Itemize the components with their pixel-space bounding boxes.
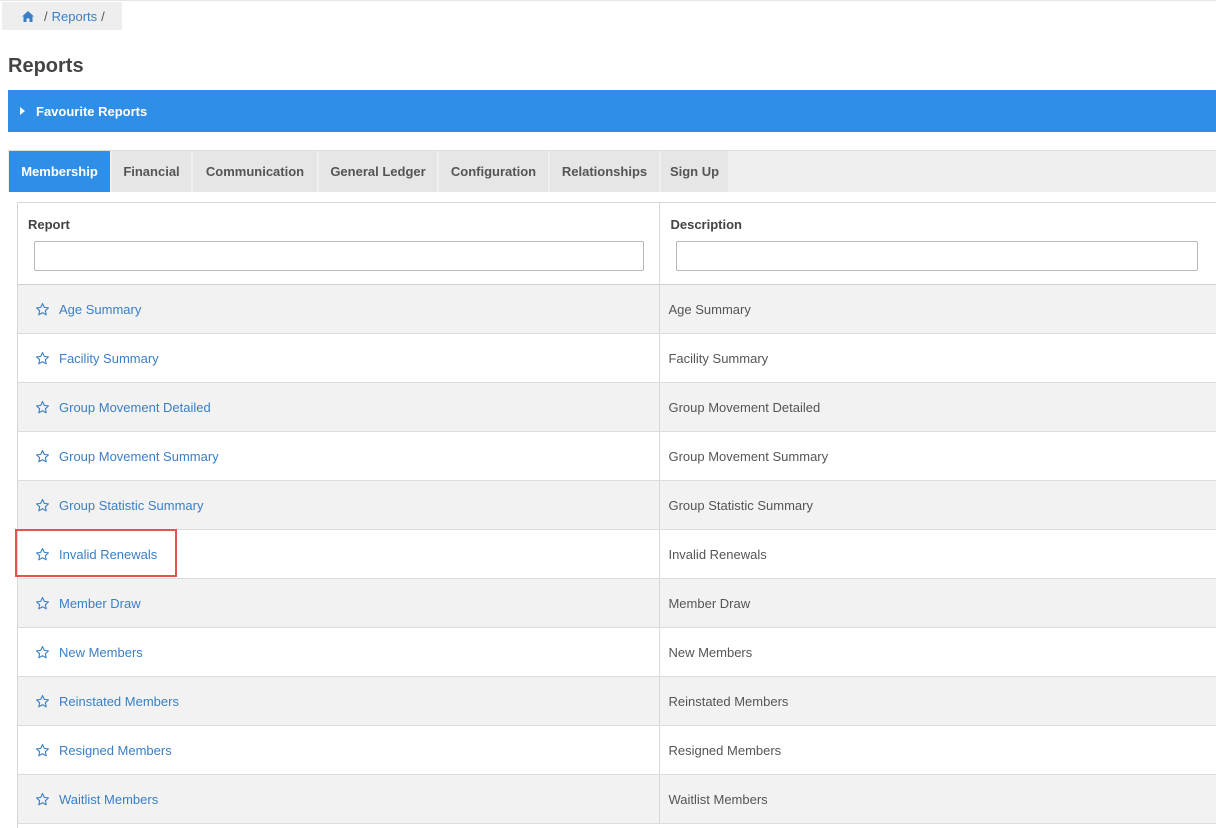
column-header-report: Report xyxy=(18,203,661,284)
table-row: Invalid Renewals Invalid Renewals xyxy=(18,530,1216,579)
description-cell: New Members xyxy=(668,644,753,660)
report-link[interactable]: New Members xyxy=(59,645,143,660)
star-outline-icon[interactable] xyxy=(35,547,50,562)
tab-sign-up[interactable]: Sign Up xyxy=(661,151,728,192)
report-link[interactable]: Reinstated Members xyxy=(59,694,179,709)
tab-membership[interactable]: Membership xyxy=(9,151,110,192)
breadcrumb-separator: / xyxy=(44,8,48,24)
description-cell: Group Movement Summary xyxy=(668,448,829,464)
table-row: Group Movement Detailed Group Movement De… xyxy=(18,383,1216,432)
table-row: Facility Summary Facility Summary xyxy=(18,334,1216,383)
home-icon[interactable] xyxy=(22,10,34,22)
report-cell: Facility Summary xyxy=(18,334,661,382)
report-link[interactable]: Group Movement Detailed xyxy=(59,400,211,415)
description-cell: Reinstated Members xyxy=(668,693,789,709)
report-link[interactable]: Invalid Renewals xyxy=(59,547,157,562)
report-link[interactable]: Facility Summary xyxy=(59,351,159,366)
column-label-report: Report xyxy=(28,217,70,232)
report-cell: Group Statistic Summary xyxy=(18,481,661,529)
report-link[interactable]: Resigned Members xyxy=(59,743,172,758)
breadcrumb-reports-link[interactable]: Reports xyxy=(52,9,98,24)
description-filter-input[interactable] xyxy=(676,241,1199,271)
column-label-description: Description xyxy=(670,217,742,232)
table-row: New Members New Members xyxy=(18,628,1216,677)
tab-communication[interactable]: Communication xyxy=(193,151,317,192)
report-cell: Group Movement Detailed xyxy=(18,383,661,431)
table-row: Waitlist Members Waitlist Members xyxy=(18,775,1216,824)
report-link[interactable]: Group Statistic Summary xyxy=(59,498,204,513)
tab-relationships[interactable]: Relationships xyxy=(550,151,659,192)
table-row: Group Movement Summary Group Movement Sum… xyxy=(18,432,1216,481)
favourite-reports-label: Favourite Reports xyxy=(36,103,148,119)
star-outline-icon[interactable] xyxy=(35,498,50,513)
star-outline-icon[interactable] xyxy=(35,743,50,758)
report-cell: Reinstated Members xyxy=(18,677,661,725)
report-cell: Group Movement Summary xyxy=(18,432,661,480)
star-outline-icon[interactable] xyxy=(35,449,50,464)
report-link[interactable]: Age Summary xyxy=(59,302,141,317)
table-row: Age Summary Age Summary xyxy=(18,285,1216,334)
description-cell: Invalid Renewals xyxy=(668,546,767,562)
column-header-description: Description xyxy=(660,203,1216,284)
report-link[interactable]: Group Movement Summary xyxy=(59,449,219,464)
report-cell: New Members xyxy=(18,628,661,676)
tab-general-ledger[interactable]: General Ledger xyxy=(319,151,437,192)
tab-configuration[interactable]: Configuration xyxy=(439,151,548,192)
table-row: Reinstated Members Reinstated Members xyxy=(18,677,1216,726)
table-row: Group Statistic Summary Group Statistic S… xyxy=(18,481,1216,530)
report-link[interactable]: Waitlist Members xyxy=(59,792,158,807)
star-outline-icon[interactable] xyxy=(35,694,50,709)
star-outline-icon[interactable] xyxy=(35,645,50,660)
page-title: Reports xyxy=(8,55,84,77)
description-cell: Group Statistic Summary xyxy=(668,497,813,513)
star-outline-icon[interactable] xyxy=(35,792,50,807)
star-outline-icon[interactable] xyxy=(35,351,50,366)
report-cell: Age Summary xyxy=(18,285,661,333)
description-cell: Member Draw xyxy=(668,595,751,611)
tab-financial[interactable]: Financial xyxy=(112,151,191,192)
description-cell: Age Summary xyxy=(668,301,751,317)
report-cell: Waitlist Members xyxy=(18,775,661,823)
description-cell: Resigned Members xyxy=(668,742,782,758)
table-header: Report Description xyxy=(18,203,1216,285)
report-filter-input[interactable] xyxy=(34,241,644,271)
star-outline-icon[interactable] xyxy=(35,400,50,415)
top-divider xyxy=(0,0,1216,1)
table-row: Member Draw Member Draw xyxy=(18,579,1216,628)
star-outline-icon[interactable] xyxy=(35,596,50,611)
caret-right-icon xyxy=(20,107,25,115)
breadcrumb: / Reports / xyxy=(2,2,122,30)
report-cell: Invalid Renewals xyxy=(18,530,661,578)
favourite-reports-toggle[interactable]: Favourite Reports xyxy=(8,90,1216,132)
report-link[interactable]: Member Draw xyxy=(59,596,141,611)
star-outline-icon[interactable] xyxy=(35,302,50,317)
report-cell: Member Draw xyxy=(18,579,661,627)
description-cell: Group Movement Detailed xyxy=(668,399,821,415)
report-cell: Resigned Members xyxy=(18,726,661,774)
report-category-tabs: Membership Financial Communication Gener… xyxy=(8,150,1216,192)
table-row: Resigned Members Resigned Members xyxy=(18,726,1216,775)
description-cell: Waitlist Members xyxy=(668,791,768,807)
reports-table: Report Description Age Summary Age Summar… xyxy=(17,202,1216,828)
table-body: Age Summary Age Summary Facility Summary Fa… xyxy=(18,285,1216,824)
breadcrumb-separator: / xyxy=(101,8,105,24)
description-cell: Facility Summary xyxy=(668,350,769,366)
